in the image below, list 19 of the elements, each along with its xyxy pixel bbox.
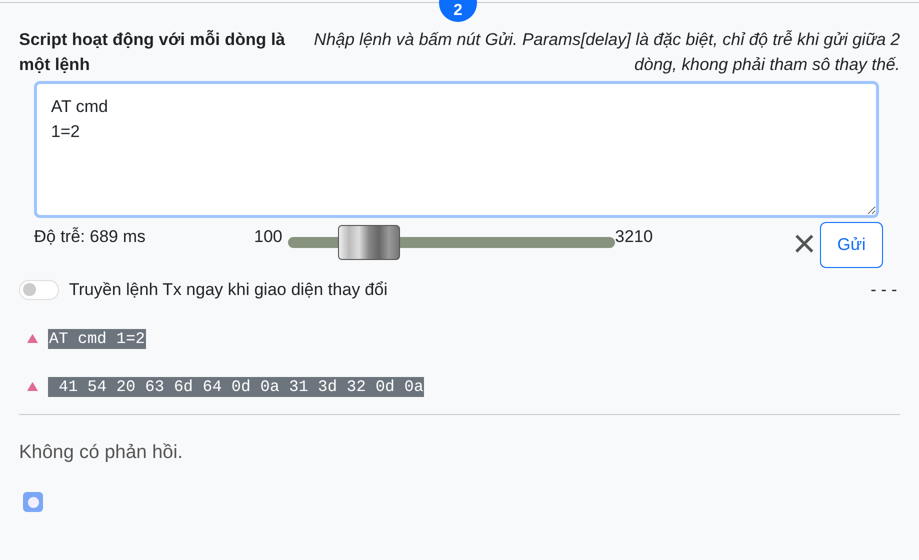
triangle-icon bbox=[27, 334, 38, 343]
toggle-label: Truyền lệnh Tx ngay khi giao diện thay đổi bbox=[69, 279, 388, 301]
step-badge: 2 bbox=[439, 0, 477, 22]
send-button[interactable]: Gửi bbox=[820, 222, 883, 268]
section-title: Script hoạt động với mỗi dòng là một lệnh bbox=[19, 29, 286, 76]
radio-square-icon bbox=[23, 492, 43, 512]
response-text: Không có phản hồi. bbox=[18, 440, 184, 464]
script-field[interactable]: AT cmd 1=2 bbox=[34, 81, 879, 218]
status-text: - - - bbox=[870, 279, 897, 301]
clear-button[interactable]: × bbox=[792, 224, 816, 264]
triangle-icon bbox=[27, 382, 38, 391]
delay-label: Độ trễ: 689 ms bbox=[34, 226, 146, 248]
slider-min: 100 bbox=[254, 226, 284, 248]
slider-thumb[interactable] bbox=[338, 225, 400, 260]
slider-max: 3210 bbox=[615, 226, 653, 248]
sent-command: AT cmd 1=2 bbox=[48, 328, 146, 348]
sent-command: 41 54 20 63 6d 64 0d 0a 31 3d 32 0d 0a bbox=[48, 376, 424, 396]
hint-text: Nhập lệnh và bấm nút Gửi. Params[delay] là đặc biệt, chỉ độ trễ khi gửi giữa 2 dòng, khong phải tham sô thay thế. bbox=[312, 29, 900, 76]
toggle-switch[interactable] bbox=[19, 280, 59, 300]
